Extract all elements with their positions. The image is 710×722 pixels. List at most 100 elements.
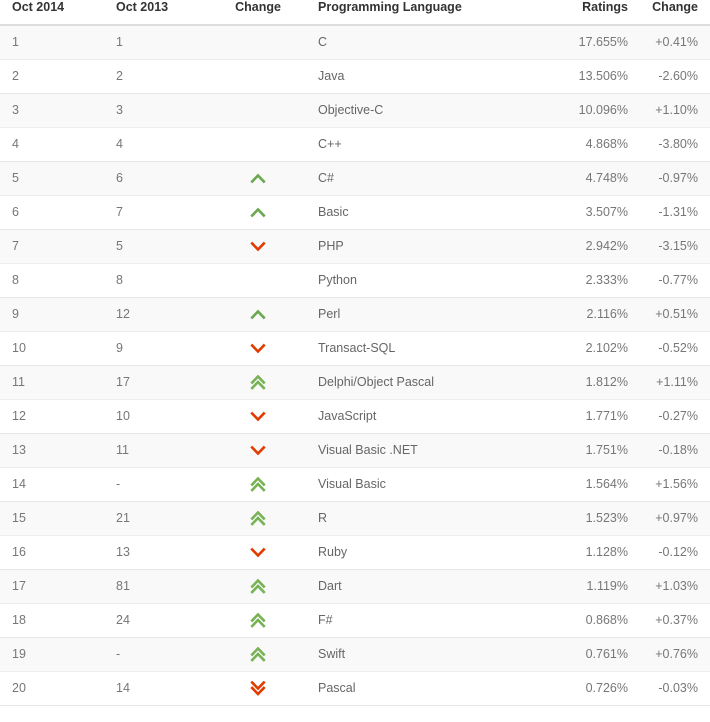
cell-ratings-change: -0.97%: [638, 161, 710, 195]
cell-ratings-change: +0.76%: [638, 637, 710, 671]
chevron-up-icon: [250, 173, 266, 184]
table-row: 14-Visual Basic1.564%+1.56%: [0, 467, 710, 501]
cell-language-name: F#: [308, 603, 546, 637]
cell-language-name: C++: [308, 127, 546, 161]
cell-change-trend: [208, 399, 308, 433]
cell-rank-previous: 7: [108, 195, 208, 229]
cell-rank-previous: 4: [108, 127, 208, 161]
table-row: 33Objective-C10.096%+1.10%: [0, 93, 710, 127]
chevron-up-icon: [250, 207, 266, 218]
cell-ratings-value: 4.868%: [546, 127, 638, 161]
double-chevron-up-icon: [250, 375, 266, 390]
cell-rank-current: 13: [0, 433, 108, 467]
double-chevron-up-icon: [250, 477, 266, 492]
tiobe-index-table: Oct 2014 Oct 2013 Change Programming Lan…: [0, 0, 710, 706]
cell-rank-previous: 3: [108, 93, 208, 127]
cell-ratings-value: 1.564%: [546, 467, 638, 501]
cell-language-name: C: [308, 25, 546, 59]
chevron-down-icon: [250, 343, 266, 354]
cell-ratings-value: 2.116%: [546, 297, 638, 331]
cell-rank-current: 16: [0, 535, 108, 569]
cell-ratings-value: 2.333%: [546, 263, 638, 297]
table-row: 1613Ruby1.128%-0.12%: [0, 535, 710, 569]
column-header-rank-previous[interactable]: Oct 2013: [108, 0, 208, 25]
cell-rank-previous: 9: [108, 331, 208, 365]
column-header-ratings[interactable]: Ratings: [546, 0, 638, 25]
cell-ratings-change: +0.37%: [638, 603, 710, 637]
cell-change-trend: [208, 569, 308, 603]
table-row: 1781Dart1.119%+1.03%: [0, 569, 710, 603]
cell-ratings-change: -1.31%: [638, 195, 710, 229]
cell-rank-previous: -: [108, 637, 208, 671]
cell-ratings-change: +0.41%: [638, 25, 710, 59]
cell-rank-current: 18: [0, 603, 108, 637]
cell-rank-current: 1: [0, 25, 108, 59]
cell-change-trend: [208, 93, 308, 127]
cell-ratings-value: 1.751%: [546, 433, 638, 467]
cell-ratings-change: +1.11%: [638, 365, 710, 399]
table-row: 109Transact-SQL2.102%-0.52%: [0, 331, 710, 365]
table-row: 75 PHP2.942%-3.15%: [0, 229, 710, 263]
column-header-change-trend[interactable]: Change: [208, 0, 308, 25]
cell-language-name: PHP: [308, 229, 546, 263]
cell-rank-current: 2: [0, 59, 108, 93]
table-row: 912Perl2.116%+0.51%: [0, 297, 710, 331]
table-header: Oct 2014 Oct 2013 Change Programming Lan…: [0, 0, 710, 25]
cell-language-name: Transact-SQL: [308, 331, 546, 365]
cell-change-trend: [208, 671, 308, 705]
table-row: 56 C#4.748%-0.97%: [0, 161, 710, 195]
table-row: 1824F#0.868%+0.37%: [0, 603, 710, 637]
cell-ratings-value: 4.748%: [546, 161, 638, 195]
cell-ratings-value: 13.506%: [546, 59, 638, 93]
cell-change-trend: [208, 195, 308, 229]
cell-ratings-value: 1.119%: [546, 569, 638, 603]
cell-ratings-change: +1.56%: [638, 467, 710, 501]
table-row: 67Basic3.507%-1.31%: [0, 195, 710, 229]
table-row: 1210JavaScript1.771%-0.27%: [0, 399, 710, 433]
cell-language-name: Delphi/Object Pascal: [308, 365, 546, 399]
cell-rank-current: 7: [0, 229, 108, 263]
table-row: 22Java13.506%-2.60%: [0, 59, 710, 93]
cell-rank-current: 5: [0, 161, 108, 195]
cell-change-trend: [208, 433, 308, 467]
cell-ratings-value: 1.812%: [546, 365, 638, 399]
cell-rank-current: 19: [0, 637, 108, 671]
double-chevron-up-icon: [250, 511, 266, 526]
cell-change-trend: [208, 467, 308, 501]
cell-ratings-value: 0.761%: [546, 637, 638, 671]
cell-ratings-change: +0.97%: [638, 501, 710, 535]
chevron-down-icon: [250, 241, 266, 252]
cell-ratings-change: -3.15%: [638, 229, 710, 263]
cell-rank-previous: 17: [108, 365, 208, 399]
cell-rank-current: 3: [0, 93, 108, 127]
table-row: 1117Delphi/Object Pascal1.812%+1.11%: [0, 365, 710, 399]
cell-change-trend: [208, 127, 308, 161]
cell-ratings-value: 0.868%: [546, 603, 638, 637]
cell-language-name: Basic: [308, 195, 546, 229]
cell-rank-previous: 5: [108, 229, 208, 263]
cell-ratings-value: 1.523%: [546, 501, 638, 535]
cell-change-trend: [208, 603, 308, 637]
cell-rank-previous: 6: [108, 161, 208, 195]
column-header-rank-current[interactable]: Oct 2014: [0, 0, 108, 25]
chevron-down-icon: [250, 547, 266, 558]
column-header-ratings-change[interactable]: Change: [638, 0, 710, 25]
cell-rank-current: 9: [0, 297, 108, 331]
table-row: 1311Visual Basic .NET1.751%-0.18%: [0, 433, 710, 467]
cell-change-trend: [208, 263, 308, 297]
cell-rank-previous: 13: [108, 535, 208, 569]
cell-language-name: C#: [308, 161, 546, 195]
cell-ratings-change: +1.03%: [638, 569, 710, 603]
double-chevron-up-icon: [250, 613, 266, 628]
cell-ratings-value: 1.771%: [546, 399, 638, 433]
cell-language-name: Objective-C: [308, 93, 546, 127]
cell-change-trend: [208, 229, 308, 263]
cell-ratings-value: 1.128%: [546, 535, 638, 569]
column-header-language[interactable]: Programming Language: [308, 0, 546, 25]
cell-language-name: Visual Basic: [308, 467, 546, 501]
cell-change-trend: [208, 297, 308, 331]
cell-ratings-value: 2.942%: [546, 229, 638, 263]
cell-rank-previous: 21: [108, 501, 208, 535]
chevron-down-icon: [250, 411, 266, 422]
table-body: 11C17.655%+0.41%22Java13.506%-2.60%33Obj…: [0, 25, 710, 705]
